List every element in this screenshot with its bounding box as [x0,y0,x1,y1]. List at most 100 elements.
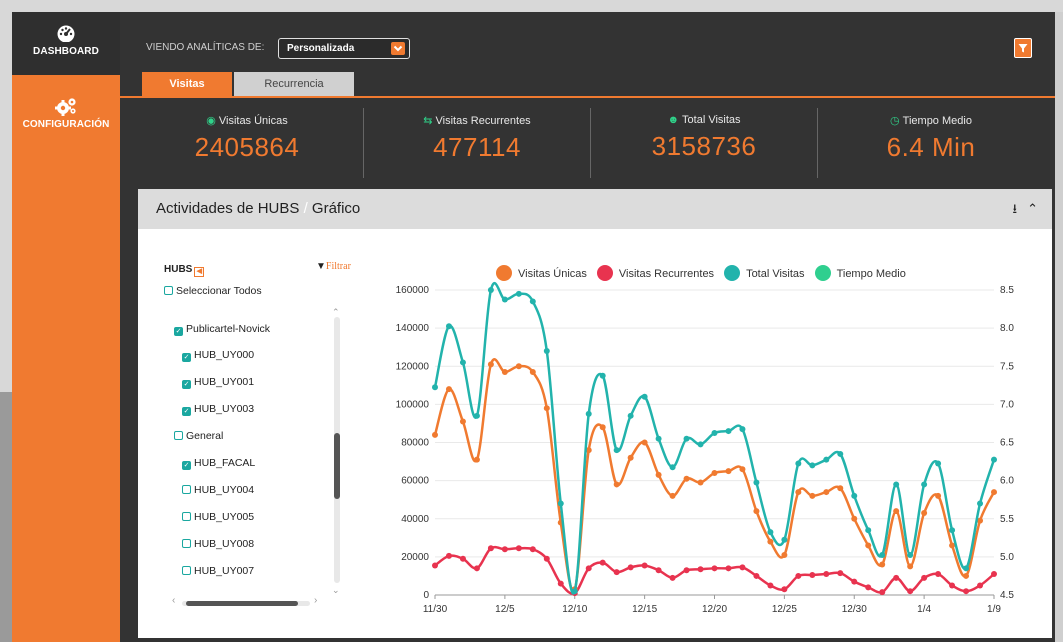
y-right-tick-label: 7.0 [1000,399,1014,410]
data-point [809,462,816,469]
data-point [865,542,872,549]
data-point [697,479,704,486]
stat-value: 477114 [433,132,521,162]
data-point [473,565,480,572]
stat-value: 3158736 [651,131,757,161]
y-left-tick-label: 80000 [401,438,429,449]
data-point [613,481,620,488]
data-point [711,470,718,476]
period-select-value: Personalizada [287,43,355,54]
x-tick-label: 11/30 [423,604,448,615]
dashboard-gauge-icon [57,25,75,42]
data-point [669,492,676,499]
sidebar: DASHBOARD CONFIGURACIÓN [12,12,120,642]
data-point [683,475,690,482]
y-left-tick-label: 40000 [401,514,429,525]
data-point [641,439,648,446]
data-point [697,566,704,573]
data-point [935,460,942,467]
data-point [697,441,704,448]
data-point [655,435,662,442]
data-point [501,368,508,375]
data-point [907,588,914,595]
data-point [501,296,508,303]
data-point [613,569,620,576]
data-point [725,468,732,475]
stat-label: Tiempo Medio [902,115,972,127]
data-point [753,572,760,579]
stat-label: Visitas Recurrentes [435,115,531,127]
x-tick-label: 1/9 [987,604,1001,615]
data-point [795,460,802,467]
chevron-down-icon [391,42,405,55]
data-point [879,561,886,568]
data-point [851,515,858,522]
stat-visitas-unicas: ◉ Visitas Únicas 2405864 [134,110,360,180]
data-point [739,564,746,571]
y-left-tick-label: 160000 [396,285,430,296]
data-point [473,456,480,463]
data-point [627,412,634,419]
sidebar-item-dashboard[interactable]: DASHBOARD [12,12,120,75]
stat-value: 6.4 Min [886,132,976,162]
data-point [543,405,550,412]
data-point [865,584,872,591]
tab-visitas[interactable]: Visitas [142,72,232,96]
hubs-line-chart: 0 20000 40000 60000 80000 100000 120000 140000 1… [396,281,1014,615]
data-point [977,582,984,589]
data-point [725,428,732,435]
data-point [781,536,788,543]
data-point [627,564,634,571]
y-left-tick-label: 0 [423,590,429,601]
y-left-tick-label: 100000 [396,399,430,410]
sidebar-item-label: CONFIGURACIÓN [22,119,110,130]
data-point [753,508,760,515]
data-point [669,574,676,581]
stat-visitas-recurrentes: ⇆ Visitas Recurrentes 477114 [364,110,590,180]
data-point [571,588,578,595]
data-point [837,570,844,577]
data-point [445,323,452,330]
data-point [935,571,942,578]
data-point [837,485,844,492]
data-point [795,489,802,496]
y-right-tick-label: 8.0 [1000,323,1014,334]
data-point [767,582,774,589]
data-point [557,580,564,587]
y-left-tick-label: 140000 [396,323,430,334]
data-point [963,588,970,595]
data-point [473,412,480,419]
x-tick-label: 12/15 [632,604,657,615]
user-circle-icon: ◉ [206,115,216,127]
data-point [641,562,648,569]
data-point [809,492,816,499]
data-point [599,424,606,431]
y-right-tick-label: 6.0 [1000,476,1014,487]
data-point [585,410,592,417]
sidebar-item-configuracion[interactable]: CONFIGURACIÓN [12,96,120,130]
data-point [767,529,774,536]
data-point [823,489,830,496]
data-point [879,589,886,596]
y-right-tick-label: 6.5 [1000,438,1014,449]
stat-total-visitas: ☻ Total Visitas 3158736 [591,110,817,180]
funnel-icon [1018,44,1028,53]
data-point [907,563,914,570]
data-point [655,567,662,574]
data-point [641,393,648,400]
data-point [529,546,536,553]
data-point [683,435,690,442]
tab-recurrencia[interactable]: Recurrencia [234,72,354,96]
data-point [907,551,914,558]
data-point [487,361,494,368]
data-point [795,572,802,579]
period-select[interactable]: Personalizada [278,38,410,59]
y-right-tick-label: 5.5 [1000,514,1014,525]
retweet-icon: ⇆ [423,115,433,127]
data-point [543,348,550,354]
data-point [515,363,522,370]
stat-tiempo-medio: ◷ Tiempo Medio 6.4 Min [818,110,1044,180]
data-point [949,582,956,589]
filter-button[interactable] [1014,38,1032,58]
data-point [432,562,438,569]
